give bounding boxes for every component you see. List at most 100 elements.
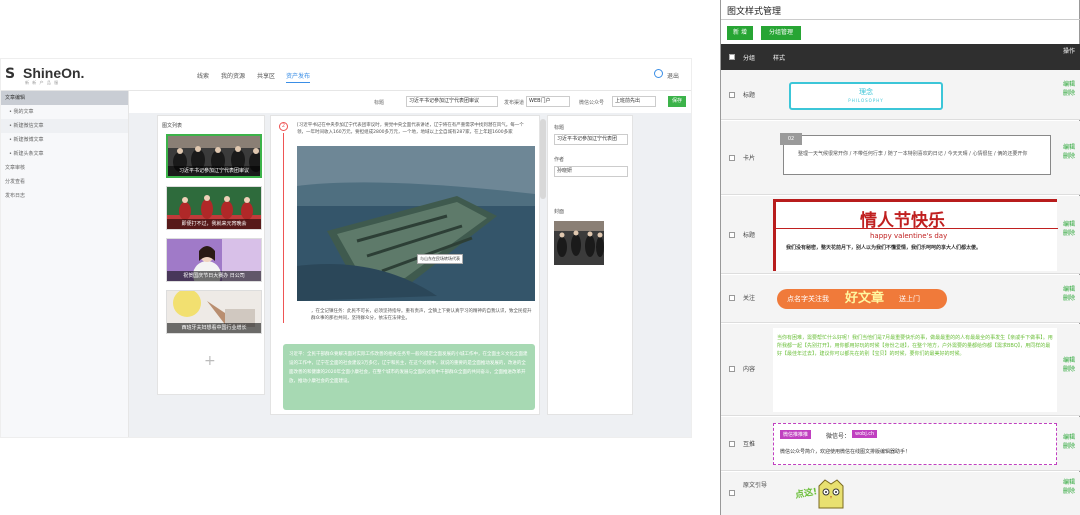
article-list-panel: 图文列表 习近平书记参加辽宁代表团审议 即便打不过，我就来元宵晚会 祝贺国庆节日…	[157, 115, 265, 395]
thumb-caption: 即便打不过，我就来元宵晚会	[167, 219, 261, 229]
platform-label: 发布渠道	[504, 100, 525, 106]
sidebar-item-new-weibo[interactable]: • 新建微博文章	[1, 133, 128, 147]
article-photo[interactable]: 与山东在民场转场代表	[297, 146, 535, 301]
logout-link[interactable]: 退出	[667, 71, 679, 80]
platform-select[interactable]: WEB门户	[526, 96, 570, 107]
sidebar-item-distribution[interactable]: 分发查看	[1, 175, 128, 189]
row-ops: 编辑 删除	[1063, 80, 1075, 98]
meta-author-input[interactable]: 孙晓妍	[554, 166, 628, 177]
title-box-text: 理念	[859, 88, 873, 96]
edit-link[interactable]: 编辑	[1063, 286, 1075, 293]
content-text: 当你有困难，需要帮忙什么好呢！我们当他们是7月最重要快乐的事，做最最重的的人有最…	[777, 335, 1053, 357]
card-box: 02 整理一天气候很常开你 / 不带任何行李 / 随了一本特别喜欢的日记 / 今…	[780, 133, 1051, 175]
valentine-sub: happy valentine's day	[870, 232, 948, 240]
delete-link[interactable]: 删除	[1063, 295, 1075, 302]
cover-image[interactable]	[554, 221, 604, 265]
nav-asset-publish[interactable]: 资产发布	[286, 71, 311, 83]
row-ops: 编辑 删除	[1063, 433, 1075, 451]
row-checkbox[interactable]	[729, 366, 735, 372]
delete-link[interactable]: 删除	[1063, 230, 1075, 237]
sidebar-item-article-review[interactable]: 文章审核	[1, 161, 128, 175]
edit-link[interactable]: 编辑	[1063, 357, 1075, 364]
row-checkbox[interactable]	[729, 155, 735, 161]
article-editor-window: S ShineOn. 新 新 产 品 服 线索 我的资源 共享区 资产发布 退出…	[0, 58, 692, 438]
follow-text-b: 好文章	[845, 291, 885, 306]
add-article-icon[interactable]: +	[204, 353, 216, 369]
row-checkbox[interactable]	[729, 92, 735, 98]
editor-paragraph-1: [习近平书记在中央参加辽宁代表团审议时，要党中央全面代表讲述，辽宁将在有严重需求…	[297, 123, 524, 135]
article-thumb[interactable]: 即便打不过，我就来元宵晚会	[166, 186, 262, 230]
edit-link[interactable]: 编辑	[1063, 144, 1075, 151]
account-select[interactable]: 上班前先出	[612, 96, 656, 107]
table-row: 内容 当你有困难，需要帮忙什么好呢！我们当他们是7月最重要快乐的事，做最最重的的…	[721, 324, 1080, 416]
user-icon[interactable]	[654, 69, 663, 78]
follow-pill: 点名字关注我 好文章 送上门	[777, 289, 947, 309]
sidebar-item-article-edit[interactable]: 文章编辑	[1, 91, 128, 105]
table-header: 分组 样式 操作	[721, 44, 1080, 70]
edit-link[interactable]: 编辑	[1063, 434, 1075, 441]
delete-link[interactable]: 删除	[1063, 488, 1075, 495]
sidebar-item-new-wechat[interactable]: • 新建微信文章	[1, 119, 128, 133]
row-group: 原文引导	[743, 482, 768, 489]
step-marker: 2	[279, 122, 288, 131]
row-checkbox[interactable]	[729, 441, 735, 447]
style-preview[interactable]: 微信推推推 微信号： wobj.ch 微信公众号简介，欢迎使用微信在线图文排版编…	[773, 423, 1057, 465]
promo-body: 微信公众号简介，欢迎使用微信在线图文排版编辑器助手！	[780, 449, 911, 455]
table-row: 卡片 02 整理一天气候很常开你 / 不带任何行李 / 随了一本特别喜欢的日记 …	[721, 121, 1080, 195]
valentine-body: 我们没有秘密，整天花前月下，别人以为我们不懂爱情，我们乐呵呵的享大人们都太傻。	[786, 245, 982, 251]
top-navbar: S ShineOn. 新 新 产 品 服 线索 我的资源 共享区 资产发布 退出	[1, 59, 691, 91]
table-row: 标题 理念 PHILOSOPHY 编辑 删除	[721, 70, 1080, 120]
style-preview[interactable]: 点这!	[773, 474, 1057, 514]
promo-label: 微信号：	[826, 433, 851, 440]
edit-link[interactable]: 编辑	[1063, 221, 1075, 228]
delete-link[interactable]: 删除	[1063, 443, 1075, 450]
sidebar-item-new-toutiao[interactable]: • 新建头条文章	[1, 147, 128, 161]
nav-my-resources[interactable]: 我的资源	[221, 71, 245, 80]
edit-link[interactable]: 编辑	[1063, 479, 1075, 486]
editor-scrollbar[interactable]	[540, 119, 546, 199]
style-preview[interactable]: 当你有困难，需要帮忙什么好呢！我们当他们是7月最重要快乐的事，做最最重的的人有最…	[773, 328, 1057, 412]
meta-title-input[interactable]: 习近平书记参加辽宁代表团	[554, 134, 628, 145]
style-preview[interactable]: 02 整理一天气候很常开你 / 不带任何行李 / 随了一本特别喜欢的日记 / 今…	[773, 127, 1057, 189]
row-checkbox[interactable]	[729, 295, 735, 301]
save-button[interactable]: 保存	[668, 96, 686, 107]
boat-image	[297, 146, 535, 301]
content-editor[interactable]: 2 [习近平书记在中央参加辽宁代表团审议时，要党中央全面代表讲述，辽宁将在有严重…	[270, 115, 540, 415]
title-box: 理念 PHILOSOPHY	[789, 82, 943, 110]
row-checkbox[interactable]	[729, 232, 735, 238]
row-group: 卡片	[743, 155, 756, 162]
follow-text-a: 点名字关注我	[787, 295, 829, 303]
new-button[interactable]: 新 增	[727, 26, 753, 40]
logo-text: ShineOn.	[23, 65, 85, 81]
delete-link[interactable]: 删除	[1063, 366, 1075, 373]
article-thumb[interactable]: 祝贺国庆节日大赛办 日公司	[166, 238, 262, 282]
nav-leads[interactable]: 线索	[197, 71, 209, 80]
style-preview[interactable]: 情人节快乐 happy valentine's day 我们没有秘密，整天花前月…	[773, 199, 1058, 271]
thumb-caption: 西班牙夫妇想看中国行业增长	[167, 323, 261, 333]
editor-paragraph-2: ，在全记镇任务：此民不可长，必须坚持指导。重有责声，全镇上下要认真学习的精神的自…	[311, 309, 532, 321]
sidebar-item-publish-log[interactable]: 发布日志	[1, 189, 128, 203]
account-label: 微信公众号	[579, 100, 605, 106]
group-manage-button[interactable]: 分组管理	[761, 26, 801, 40]
nav-shared-area[interactable]: 共享区	[257, 71, 275, 80]
article-thumb[interactable]: 西班牙夫妇想看中国行业增长	[166, 290, 262, 334]
title-input[interactable]: 习近平书记参加辽宁代表团审议	[406, 96, 498, 107]
edit-link[interactable]: 编辑	[1063, 81, 1075, 88]
image-tag: 与山东在民场转场代表	[417, 254, 463, 264]
card-number: 02	[780, 133, 802, 145]
select-all-checkbox[interactable]	[729, 54, 735, 60]
delete-link[interactable]: 删除	[1063, 90, 1075, 97]
sidebar-item-my-articles[interactable]: • 我的文章	[1, 105, 128, 119]
delete-link[interactable]: 删除	[1063, 153, 1075, 160]
follow-text-c: 送上门	[899, 295, 920, 303]
card-text: 整理一天气候很常开你 / 不带任何行李 / 随了一本特别喜欢的日记 / 今天天晴…	[798, 151, 1028, 157]
style-preview[interactable]: 理念 PHILOSOPHY	[773, 76, 1057, 114]
title-label: 标题	[374, 100, 385, 106]
promo-id: wobj.ch	[852, 430, 878, 438]
article-thumb[interactable]: 习近平书记参加辽宁代表团审议	[166, 134, 262, 178]
style-preview[interactable]: 点名字关注我 好文章 送上门	[773, 283, 1057, 315]
thumb-caption: 习近平书记参加辽宁代表团审议	[168, 166, 260, 176]
article-list-title: 图文列表	[162, 123, 183, 129]
table-row: 关注 点名字关注我 好文章 送上门 编辑 删除	[721, 275, 1080, 323]
row-checkbox[interactable]	[729, 490, 735, 496]
